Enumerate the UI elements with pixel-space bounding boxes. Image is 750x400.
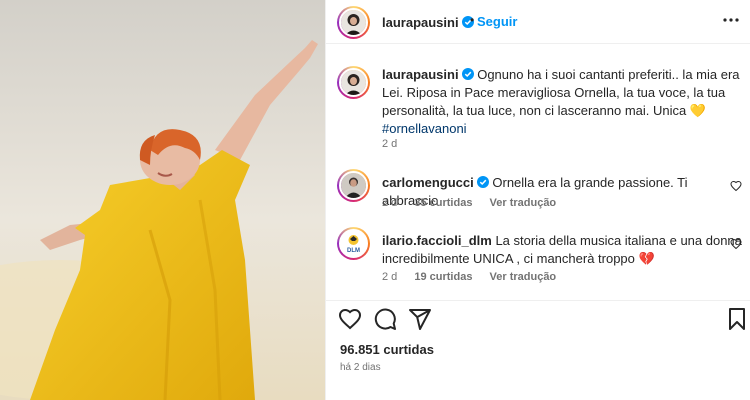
post-details-panel: laurapausini • Seguir laurapausini Ognun… (325, 0, 750, 400)
avatar[interactable] (337, 66, 370, 99)
caption-username[interactable]: laurapausini (382, 67, 459, 82)
post-timestamp: há 2 dias (340, 362, 381, 373)
caption-meta: 2 d (382, 138, 411, 150)
like-comment-heart-icon[interactable] (730, 238, 742, 250)
comment-item: carlomengucci Ornella era la grande pass… (337, 169, 742, 214)
post-likes-count[interactable]: 96.851 curtidas (340, 342, 434, 357)
verified-badge-icon (461, 68, 474, 80)
follow-button[interactable]: Seguir (477, 14, 517, 29)
avatar-photo-icon (341, 173, 366, 198)
header-username-group[interactable]: laurapausini (382, 14, 474, 32)
comment-meta: 2 d 35 curtidas Ver tradução (382, 197, 570, 209)
avatar[interactable]: DLM (337, 227, 370, 260)
dlm-logo-icon: DLM (341, 231, 366, 256)
post-image[interactable] (0, 0, 325, 400)
username[interactable]: laurapausini (382, 15, 459, 30)
separator-dot: • (470, 13, 475, 27)
like-comment-heart-icon[interactable] (730, 180, 742, 192)
avatar-photo-icon (341, 70, 366, 95)
avatar[interactable] (337, 6, 370, 39)
svg-text:DLM: DLM (347, 248, 360, 254)
comment-username[interactable]: ilario.faccioli_dlm (382, 233, 492, 248)
more-options-icon[interactable] (723, 18, 739, 22)
see-translation-link[interactable]: Ver tradução (490, 271, 557, 283)
hashtag-link[interactable]: #ornellavanoni (382, 121, 467, 136)
post-actions: 96.851 curtidas há 2 dias (326, 300, 750, 400)
woman-in-yellow-dress-illustration (0, 0, 325, 400)
post-caption: laurapausini Ognuno ha i suoi cantanti p… (337, 66, 742, 156)
comment-bubble-icon[interactable] (373, 307, 397, 331)
caption-text-block: laurapausini Ognuno ha i suoi cantanti p… (382, 66, 742, 138)
verified-badge-icon (476, 176, 489, 188)
comment-likes[interactable]: 35 curtidas (414, 197, 472, 209)
comment-username[interactable]: carlomengucci (382, 175, 474, 190)
share-paper-plane-icon[interactable] (408, 307, 432, 331)
caption-time: 2 d (382, 138, 398, 150)
save-bookmark-icon[interactable] (725, 307, 749, 331)
post-header: laurapausini • Seguir (326, 0, 750, 44)
comment-likes[interactable]: 19 curtidas (414, 271, 472, 283)
comment-item: DLM ilario.faccioli_dlm La storia della … (337, 227, 742, 287)
like-heart-icon[interactable] (338, 307, 362, 331)
comment-time: 2 d (382, 197, 398, 209)
comment-time: 2 d (382, 271, 398, 283)
avatar-photo-icon (341, 10, 366, 35)
see-translation-link[interactable]: Ver tradução (490, 197, 557, 209)
comment-meta: 2 d 19 curtidas Ver tradução (382, 271, 570, 283)
avatar[interactable] (337, 169, 370, 202)
comment-text-block: ilario.faccioli_dlm La storia della musi… (382, 232, 742, 268)
